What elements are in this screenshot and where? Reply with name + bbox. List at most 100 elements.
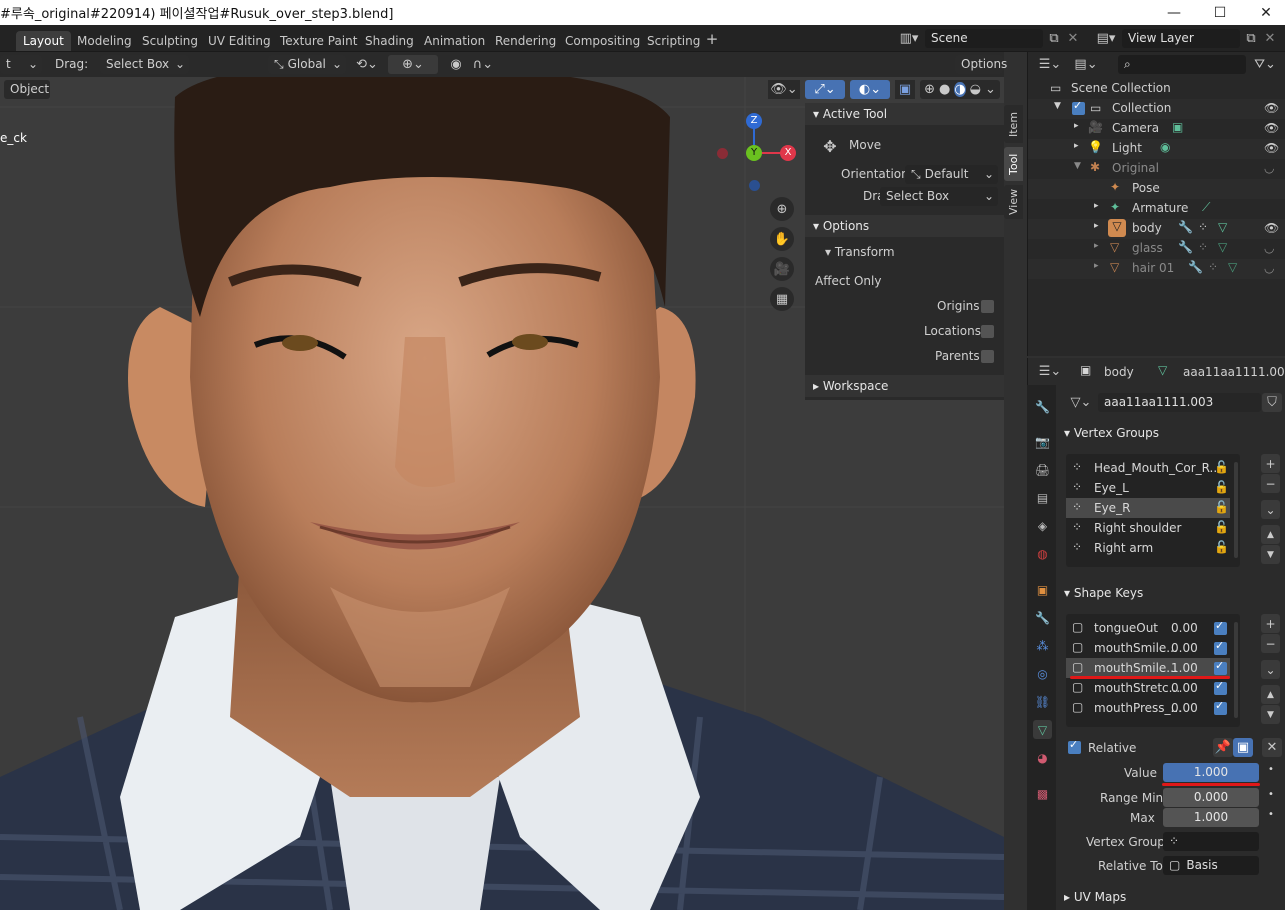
shape-key-checkbox[interactable] <box>1214 619 1227 635</box>
list-scrollbar[interactable] <box>1234 462 1238 558</box>
rendered-shading-icon[interactable]: ◒ <box>970 82 981 97</box>
tab-animation[interactable]: Animation <box>417 31 492 51</box>
add-shape-key-button[interactable]: + <box>1261 614 1280 633</box>
shape-key-checkbox[interactable] <box>1214 699 1227 715</box>
object-properties-icon[interactable]: ▣ <box>1033 580 1052 599</box>
view-layer-properties-icon[interactable]: ▤ <box>1033 488 1052 507</box>
tab-modeling[interactable]: Modeling <box>70 31 139 51</box>
z-axis-button[interactable]: Z <box>746 113 762 129</box>
clear-icon[interactable]: ✕ <box>1262 738 1282 757</box>
vertex-groups-list[interactable]: ⁘ Head_Mouth_Cor_R... 🔓 ⁘ Eye_L 🔓 ⁘ Eye_R 🔓 ⁘ R… <box>1066 454 1240 567</box>
snap-icon[interactable]: ⊕⌄ <box>388 55 438 74</box>
outliner-row-scene-collection[interactable]: ▭ Scene Collection <box>1028 79 1285 99</box>
move-up-button[interactable]: ▲ <box>1261 525 1280 544</box>
material-properties-icon[interactable]: ◕ <box>1033 748 1052 767</box>
eye-icon[interactable]: 👁 <box>1264 121 1279 135</box>
tab-rendering[interactable]: Rendering <box>488 31 563 51</box>
navigation-gizmo[interactable]: Z Y X <box>712 110 802 195</box>
active-tool-header[interactable]: ▾ Active Tool <box>805 103 1004 125</box>
value-slider[interactable]: 1.000 <box>1163 763 1259 782</box>
vertex-groups-icon[interactable]: ⁘ <box>1208 260 1218 274</box>
outliner-search-input[interactable]: ⌕ <box>1118 55 1246 74</box>
move-up-button[interactable]: ▲ <box>1261 685 1280 704</box>
outliner-row-light[interactable]: ▸ 💡 Light ◉ 👁 <box>1028 139 1285 159</box>
expand-icon[interactable]: ▸ <box>1094 261 1099 271</box>
camera-data-icon[interactable]: ▣ <box>1172 120 1183 134</box>
transform-subheader[interactable]: ▾ Transform <box>825 245 895 259</box>
remove-vertex-group-button[interactable]: − <box>1261 474 1280 493</box>
pivot-point-icon[interactable]: ⟲⌄ <box>352 55 382 74</box>
lock-icon[interactable]: 🔓 <box>1214 500 1229 514</box>
remove-scene-icon[interactable]: ✕ <box>1065 29 1081 48</box>
list-item[interactable]: ▢ tongueOut 0.00 <box>1066 618 1230 638</box>
physics-properties-icon[interactable]: ◎ <box>1033 664 1052 683</box>
display-mode-icon[interactable]: ▤⌄ <box>1072 55 1100 74</box>
proportional-editing-icon[interactable]: ◉ <box>446 55 466 74</box>
camera-view-icon[interactable]: 🎥 <box>770 257 794 281</box>
filter-icon[interactable]: ⛛⌄ <box>1250 55 1280 74</box>
vertex-group-field[interactable]: ⁘ <box>1163 832 1259 851</box>
transform-orientation-dropdown[interactable]: ⤡ Global ⌄ <box>268 55 346 74</box>
shape-key-checkbox[interactable] <box>1214 659 1227 675</box>
list-item[interactable]: ▢ mouthPress_... 0.00 <box>1066 698 1230 718</box>
mode-dropdown[interactable]: t ⌄ <box>0 55 42 74</box>
vertex-groups-icon[interactable]: ⁘ <box>1198 240 1208 254</box>
wireframe-shading-icon[interactable]: ⊕ <box>924 82 935 97</box>
scene-properties-icon[interactable]: ◈ <box>1033 516 1052 535</box>
modifier-properties-icon[interactable]: 🔧 <box>1033 608 1052 627</box>
shading-mode-group[interactable]: ⊕ ● ◑ ◒ ⌄ <box>920 80 1000 99</box>
outliner-row-hair[interactable]: ▸ ▽ hair 01 🔧 ⁘ ▽ ◡ <box>1028 259 1285 279</box>
world-properties-icon[interactable]: ◍ <box>1033 544 1052 563</box>
modifier-wrench-icon[interactable]: 🔧 <box>1178 220 1193 234</box>
tab-tool[interactable]: Tool <box>1004 147 1023 181</box>
shading-options-icon[interactable]: ⌄ <box>985 82 996 97</box>
shape-key-checkbox[interactable] <box>1214 679 1227 695</box>
list-item-selected[interactable]: ⁘ Eye_R 🔓 <box>1066 498 1230 518</box>
tab-texture-paint[interactable]: Texture Paint <box>273 31 364 51</box>
modifier-wrench-icon[interactable]: 🔧 <box>1178 240 1193 254</box>
add-vertex-group-button[interactable]: + <box>1261 454 1280 473</box>
tab-item[interactable]: Item <box>1004 105 1023 143</box>
locations-checkbox[interactable] <box>981 325 994 338</box>
outliner-row-pose[interactable]: ✦ Pose <box>1028 179 1285 199</box>
lock-icon[interactable]: 🔓 <box>1214 460 1229 474</box>
overlay-toggle-icon[interactable]: ◐⌄ <box>850 80 890 99</box>
outliner-row-original[interactable]: ▼ ✱ Original ◡ <box>1028 159 1285 179</box>
lock-icon[interactable]: 🔓 <box>1214 540 1229 554</box>
shape-keys-header[interactable]: ▾ Shape Keys <box>1064 586 1143 600</box>
fake-user-shield-icon[interactable]: ⛉ <box>1262 393 1282 412</box>
tab-view[interactable]: View <box>1004 185 1023 219</box>
drag-dropdown[interactable]: Select Box ⌄ <box>880 187 998 206</box>
edit-mode-icon[interactable]: ▣ <box>1233 738 1253 757</box>
options-header[interactable]: ▾ Options <box>805 215 1004 237</box>
collection-checkbox[interactable] <box>1072 99 1085 115</box>
pin-icon[interactable]: 📌 <box>1213 738 1233 757</box>
list-item[interactable]: ▢ mouthStretc... 0.00 <box>1066 678 1230 698</box>
outliner-row-camera[interactable]: ▸ 🎥 Camera ▣ 👁 <box>1028 119 1285 139</box>
shape-key-menu-button[interactable]: ⌄ <box>1261 660 1280 679</box>
move-down-button[interactable]: ▼ <box>1261 545 1280 564</box>
pan-hand-icon[interactable]: ✋ <box>770 227 794 251</box>
outliner-row-collection[interactable]: ▼ ▭ Collection 👁 <box>1028 99 1285 119</box>
neg-z-axis-button[interactable] <box>749 180 760 191</box>
hidden-eye-icon[interactable]: ◡ <box>1264 161 1274 175</box>
editor-type-icon[interactable]: ☰⌄ <box>1036 55 1064 74</box>
keyframe-dot-icon[interactable]: • <box>1268 789 1274 800</box>
mesh-data-name-field[interactable]: aaa11aa1111.003 <box>1098 393 1261 412</box>
constraints-properties-icon[interactable]: ⛓ <box>1033 692 1052 711</box>
maximize-icon[interactable]: ☐ <box>1197 0 1243 25</box>
vertex-groups-header[interactable]: ▾ Vertex Groups <box>1064 426 1159 440</box>
workspace-header[interactable]: ▸ Workspace <box>805 375 1004 397</box>
tab-layout[interactable]: Layout <box>16 31 71 51</box>
outliner-row-armature[interactable]: ▸ ✦ Armature ⟋ <box>1028 199 1285 219</box>
list-item[interactable]: ▢ mouthSmile... 0.00 <box>1066 638 1230 658</box>
uv-maps-header[interactable]: ▸ UV Maps <box>1064 890 1126 904</box>
copy-view-layer-icon[interactable]: ⧉ <box>1242 29 1260 48</box>
drag-select-dropdown[interactable]: Select Box ⌄ <box>100 55 189 74</box>
hidden-eye-icon[interactable]: ◡ <box>1264 241 1274 255</box>
range-min-field[interactable]: 0.000 <box>1163 788 1259 807</box>
vertex-groups-icon[interactable]: ⁘ <box>1198 220 1208 234</box>
origins-checkbox[interactable] <box>981 300 994 313</box>
move-down-button[interactable]: ▼ <box>1261 705 1280 724</box>
expand-icon[interactable]: ▼ <box>1054 101 1061 111</box>
